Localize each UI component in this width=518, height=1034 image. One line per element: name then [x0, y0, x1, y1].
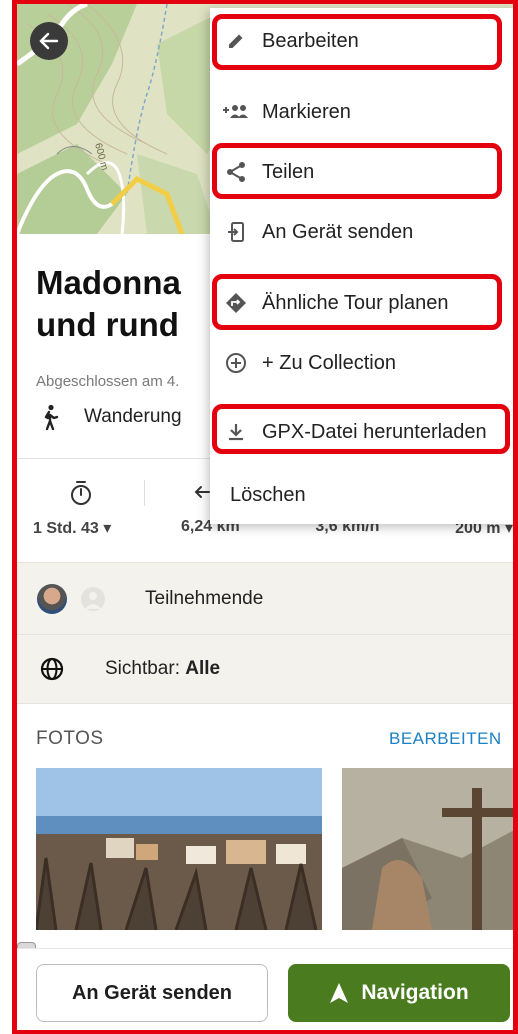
- menu-item-zu-collection[interactable]: + Zu Collection: [210, 333, 518, 393]
- visibility-label: Sichtbar: Alle: [105, 658, 220, 680]
- send-to-device-button[interactable]: An Gerät senden: [36, 964, 268, 1022]
- add-people-icon: [223, 105, 248, 118]
- menu-item-label: Teilen: [262, 160, 315, 183]
- menu-item-bearbeiten[interactable]: Bearbeiten: [210, 11, 518, 71]
- completed-date: Abgeschlossen am 4.: [36, 373, 180, 390]
- pencil-icon: [229, 34, 243, 48]
- participants-label: Teilnehmende: [145, 587, 264, 609]
- avatar: [37, 583, 67, 614]
- photos-edit-link[interactable]: BEARBEITEN: [389, 729, 502, 749]
- tour-type-label: Wanderung: [84, 406, 182, 427]
- tour-title-line-1: Madonna: [36, 264, 181, 301]
- photo-thumbnail[interactable]: [36, 768, 322, 930]
- annotation-frame-right: [513, 0, 518, 1034]
- visibility-row[interactable]: Sichtbar: Alle: [17, 634, 518, 704]
- navigation-arrow-icon: [330, 983, 349, 1003]
- avatar-placeholder: [81, 586, 105, 611]
- tour-title-line-2: und rund: [36, 306, 179, 343]
- photo-thumbnail[interactable]: [342, 768, 518, 930]
- tour-title: Madonna und rund: [36, 262, 236, 346]
- menu-item-loeschen[interactable]: Löschen: [210, 465, 518, 525]
- navigation-button-label: Navigation: [361, 981, 469, 1004]
- menu-item-teilen[interactable]: Teilen: [210, 142, 518, 202]
- menu-item-label: + Zu Collection: [262, 351, 396, 374]
- menu-item-label: Ähnliche Tour planen: [262, 291, 449, 314]
- arrow-icon: [194, 486, 210, 498]
- photos-header: FOTOS: [36, 728, 104, 749]
- share-icon: [227, 162, 245, 182]
- menu-item-label: Löschen: [230, 483, 306, 506]
- menu-item-gpx-download[interactable]: GPX-Datei herunterladen: [210, 402, 518, 462]
- route-diamond-icon: [226, 293, 246, 313]
- plus-circle-icon: [226, 353, 246, 373]
- hiking-icon: [44, 404, 59, 430]
- menu-item-label: GPX-Datei herunterladen: [262, 420, 487, 443]
- download-icon: [229, 424, 243, 441]
- menu-item-aehnliche-tour[interactable]: Ähnliche Tour planen: [210, 273, 518, 333]
- menu-item-label: An Gerät senden: [262, 220, 414, 243]
- person-icon: [85, 591, 101, 609]
- menu-item-markieren[interactable]: Markieren: [210, 82, 518, 142]
- tour-type[interactable]: Wanderung: [38, 404, 182, 430]
- visibility-prefix: Sichtbar:: [105, 658, 186, 679]
- participants-row[interactable]: Teilnehmende: [17, 562, 518, 634]
- stopwatch-icon: [71, 481, 91, 505]
- arrow-left-icon: [39, 32, 59, 50]
- globe-icon: [40, 657, 64, 681]
- overflow-menu: Bearbeiten Markieren Teilen An Gerät sen…: [210, 8, 518, 524]
- menu-item-label: Bearbeiten: [262, 29, 359, 52]
- back-button[interactable]: [30, 22, 68, 60]
- send-to-device-icon: [228, 222, 244, 242]
- visibility-value: Alle: [185, 658, 221, 679]
- menu-item-an-geraet-senden[interactable]: An Gerät senden: [210, 202, 518, 262]
- menu-item-label: Markieren: [262, 100, 351, 123]
- duration-stat[interactable]: 1 Std. 43 ▾: [33, 518, 111, 538]
- navigation-button[interactable]: Navigation: [288, 964, 510, 1022]
